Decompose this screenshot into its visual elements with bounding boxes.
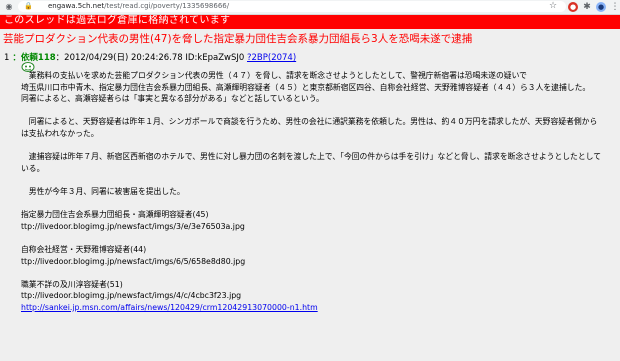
body-line: 同署によると、高瀬容疑者らは「事実と異なる部分がある」などと話しているという。 bbox=[21, 94, 324, 104]
image-url: ttp://livedoor.blogimg.jp/newsfact/imgs/… bbox=[21, 221, 245, 231]
archive-banner: このスレッドは過去ログ倉庫に格納されています bbox=[0, 15, 620, 29]
image-url: ttp://livedoor.blogimg.jp/newsfact/imgs/… bbox=[21, 256, 246, 266]
post-date-id: ：2012/04/29(日) 20:24:26.78 ID:kEpaZwSJ0 bbox=[55, 53, 245, 63]
body-line: 同署によると、天野容疑者は昨年１月、シンガポールで商談を行うため、男性の会社に通… bbox=[21, 117, 598, 127]
suspect-caption: 職業不詳の及川淳容疑者(51) bbox=[21, 279, 123, 289]
profile-icon[interactable]: ● bbox=[596, 2, 606, 12]
source-link[interactable]: http://sankei.jp.msn.com/affairs/news/12… bbox=[21, 303, 318, 312]
body-line: 埼玉県川口市中青木、指定暴力団住吉会系暴力団組長、高瀬輝明容疑者（４５）と東京都… bbox=[21, 82, 591, 92]
thread-title: 芸能プロダクション代表の男性(47)を脅した指定暴力団住吉会系暴力団組長ら3人を… bbox=[3, 33, 473, 45]
url-host: engawa.5ch.net bbox=[48, 2, 105, 10]
image-url: ttp://livedoor.blogimg.jp/newsfact/imgs/… bbox=[21, 291, 242, 301]
browser-toolbar: ◉ 🔒 engawa.5ch.net/test/read.cgi/poverty… bbox=[0, 0, 620, 15]
puzzle-icon[interactable]: ✱ bbox=[582, 2, 592, 12]
suspect-caption: 指定暴力団住吉会系暴力団組長・高瀬輝明容疑者(45) bbox=[21, 210, 209, 220]
kebab-menu-icon[interactable]: ⋮ bbox=[610, 2, 620, 12]
body-line: は支払われなかった。 bbox=[21, 128, 99, 138]
lock-icon: 🔒 bbox=[24, 2, 33, 10]
post-header: 1 ：依頼118：2012/04/29(日) 20:24:26.78 ID:kEp… bbox=[4, 51, 296, 63]
body-line: 男性が今年３月、同署に被害届を提出した。 bbox=[21, 186, 185, 196]
body-line: いる。 bbox=[21, 163, 45, 173]
post-number[interactable]: 1 bbox=[4, 53, 9, 63]
suspect-caption: 自称会社経営・天野雅博容疑者(44) bbox=[21, 244, 147, 254]
url-path: /test/read.cgi/poverty/1335698666/ bbox=[104, 2, 230, 10]
extension-red-icon[interactable]: ● bbox=[568, 2, 578, 12]
banner-text: このスレッドは過去ログ倉庫に格納されています bbox=[4, 15, 231, 26]
address-bar[interactable]: 🔒 engawa.5ch.net/test/read.cgi/poverty/1… bbox=[18, 1, 566, 12]
post-body: 業務料の支払いを求めた芸能プロダクション代表の男性（４７）を脅し、請求を断念させ… bbox=[21, 70, 601, 313]
body-line: 業務料の支払いを求めた芸能プロダクション代表の男性（４７）を脅し、請求を断念させ… bbox=[21, 71, 527, 80]
site-info-icon[interactable]: ◉ bbox=[4, 2, 14, 12]
body-line: 逮捕容疑は昨年７月、新宿区西新宿のホテルで、男性に対し暴力団の名刺を渡した上で、… bbox=[21, 152, 601, 162]
star-icon[interactable]: ☆ bbox=[549, 1, 557, 11]
be-link[interactable]: ?2BP(2074) bbox=[247, 53, 296, 63]
